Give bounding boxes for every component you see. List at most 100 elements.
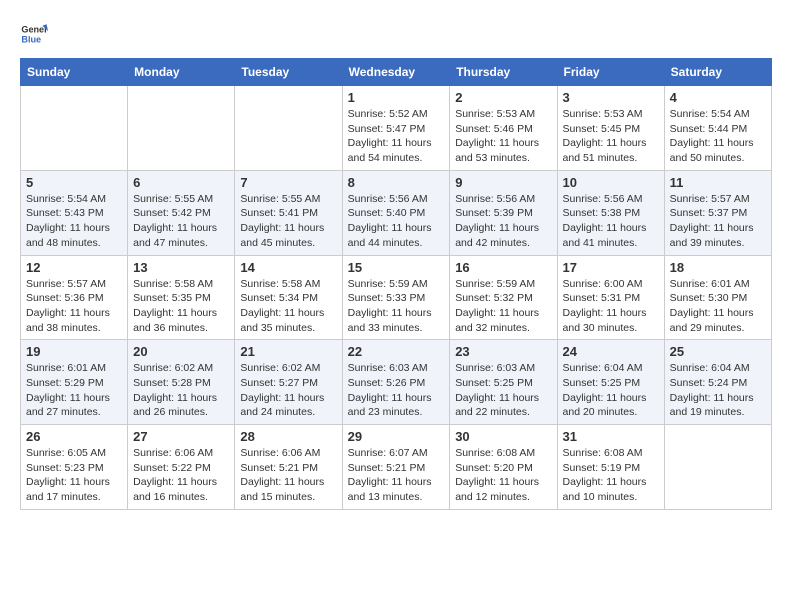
calendar-week-row: 12 Sunrise: 5:57 AM Sunset: 5:36 PM Dayli… xyxy=(21,255,772,340)
calendar-cell: 21 Sunrise: 6:02 AM Sunset: 5:27 PM Dayli… xyxy=(235,340,342,425)
day-info: Sunrise: 6:01 AM Sunset: 5:30 PM Dayligh… xyxy=(670,277,766,336)
day-number: 10 xyxy=(563,175,659,190)
calendar-cell: 8 Sunrise: 5:56 AM Sunset: 5:40 PM Daylig… xyxy=(342,170,450,255)
day-number: 28 xyxy=(240,429,336,444)
day-info: Sunrise: 6:05 AM Sunset: 5:23 PM Dayligh… xyxy=(26,446,122,505)
calendar-cell: 14 Sunrise: 5:58 AM Sunset: 5:34 PM Dayli… xyxy=(235,255,342,340)
day-number: 16 xyxy=(455,260,551,275)
calendar-cell xyxy=(235,86,342,171)
day-info: Sunrise: 5:54 AM Sunset: 5:43 PM Dayligh… xyxy=(26,192,122,251)
day-info: Sunrise: 5:59 AM Sunset: 5:33 PM Dayligh… xyxy=(348,277,445,336)
calendar-cell: 7 Sunrise: 5:55 AM Sunset: 5:41 PM Daylig… xyxy=(235,170,342,255)
day-info: Sunrise: 5:53 AM Sunset: 5:45 PM Dayligh… xyxy=(563,107,659,166)
day-info: Sunrise: 6:03 AM Sunset: 5:26 PM Dayligh… xyxy=(348,361,445,420)
calendar-week-row: 5 Sunrise: 5:54 AM Sunset: 5:43 PM Daylig… xyxy=(21,170,772,255)
day-info: Sunrise: 6:07 AM Sunset: 5:21 PM Dayligh… xyxy=(348,446,445,505)
day-info: Sunrise: 5:56 AM Sunset: 5:40 PM Dayligh… xyxy=(348,192,445,251)
weekday-header: Friday xyxy=(557,59,664,86)
calendar-cell: 17 Sunrise: 6:00 AM Sunset: 5:31 PM Dayli… xyxy=(557,255,664,340)
day-number: 9 xyxy=(455,175,551,190)
day-number: 22 xyxy=(348,344,445,359)
page-header: General Blue xyxy=(20,20,772,48)
day-number: 24 xyxy=(563,344,659,359)
calendar-cell: 27 Sunrise: 6:06 AM Sunset: 5:22 PM Dayli… xyxy=(128,425,235,510)
day-number: 11 xyxy=(670,175,766,190)
day-number: 29 xyxy=(348,429,445,444)
calendar-cell: 6 Sunrise: 5:55 AM Sunset: 5:42 PM Daylig… xyxy=(128,170,235,255)
calendar-cell: 29 Sunrise: 6:07 AM Sunset: 5:21 PM Dayli… xyxy=(342,425,450,510)
day-info: Sunrise: 5:53 AM Sunset: 5:46 PM Dayligh… xyxy=(455,107,551,166)
calendar-cell: 31 Sunrise: 6:08 AM Sunset: 5:19 PM Dayli… xyxy=(557,425,664,510)
calendar-cell: 10 Sunrise: 5:56 AM Sunset: 5:38 PM Dayli… xyxy=(557,170,664,255)
day-number: 26 xyxy=(26,429,122,444)
day-info: Sunrise: 5:56 AM Sunset: 5:38 PM Dayligh… xyxy=(563,192,659,251)
day-number: 8 xyxy=(348,175,445,190)
day-info: Sunrise: 5:58 AM Sunset: 5:34 PM Dayligh… xyxy=(240,277,336,336)
day-info: Sunrise: 6:08 AM Sunset: 5:19 PM Dayligh… xyxy=(563,446,659,505)
calendar-cell xyxy=(128,86,235,171)
calendar-cell: 28 Sunrise: 6:06 AM Sunset: 5:21 PM Dayli… xyxy=(235,425,342,510)
day-info: Sunrise: 5:52 AM Sunset: 5:47 PM Dayligh… xyxy=(348,107,445,166)
weekday-header: Wednesday xyxy=(342,59,450,86)
day-info: Sunrise: 6:02 AM Sunset: 5:28 PM Dayligh… xyxy=(133,361,229,420)
day-number: 14 xyxy=(240,260,336,275)
day-info: Sunrise: 5:59 AM Sunset: 5:32 PM Dayligh… xyxy=(455,277,551,336)
day-info: Sunrise: 6:04 AM Sunset: 5:24 PM Dayligh… xyxy=(670,361,766,420)
day-number: 5 xyxy=(26,175,122,190)
calendar-cell: 4 Sunrise: 5:54 AM Sunset: 5:44 PM Daylig… xyxy=(664,86,771,171)
day-number: 20 xyxy=(133,344,229,359)
day-info: Sunrise: 5:57 AM Sunset: 5:37 PM Dayligh… xyxy=(670,192,766,251)
calendar-cell: 3 Sunrise: 5:53 AM Sunset: 5:45 PM Daylig… xyxy=(557,86,664,171)
weekday-header: Tuesday xyxy=(235,59,342,86)
weekday-header: Thursday xyxy=(450,59,557,86)
day-number: 13 xyxy=(133,260,229,275)
day-number: 25 xyxy=(670,344,766,359)
day-info: Sunrise: 6:06 AM Sunset: 5:21 PM Dayligh… xyxy=(240,446,336,505)
weekday-header: Saturday xyxy=(664,59,771,86)
day-number: 3 xyxy=(563,90,659,105)
day-info: Sunrise: 6:00 AM Sunset: 5:31 PM Dayligh… xyxy=(563,277,659,336)
svg-text:Blue: Blue xyxy=(21,34,41,44)
day-number: 6 xyxy=(133,175,229,190)
day-number: 23 xyxy=(455,344,551,359)
calendar-week-row: 26 Sunrise: 6:05 AM Sunset: 5:23 PM Dayli… xyxy=(21,425,772,510)
day-number: 18 xyxy=(670,260,766,275)
day-info: Sunrise: 6:03 AM Sunset: 5:25 PM Dayligh… xyxy=(455,361,551,420)
day-info: Sunrise: 6:04 AM Sunset: 5:25 PM Dayligh… xyxy=(563,361,659,420)
day-info: Sunrise: 6:01 AM Sunset: 5:29 PM Dayligh… xyxy=(26,361,122,420)
day-info: Sunrise: 6:08 AM Sunset: 5:20 PM Dayligh… xyxy=(455,446,551,505)
calendar-cell: 1Sunrise: 5:52 AM Sunset: 5:47 PM Daylig… xyxy=(342,86,450,171)
calendar-cell xyxy=(664,425,771,510)
calendar-table: SundayMondayTuesdayWednesdayThursdayFrid… xyxy=(20,58,772,510)
day-number: 15 xyxy=(348,260,445,275)
logo-icon: General Blue xyxy=(20,20,48,48)
calendar-cell: 23 Sunrise: 6:03 AM Sunset: 5:25 PM Dayli… xyxy=(450,340,557,425)
calendar-cell: 9Sunrise: 5:56 AM Sunset: 5:39 PM Daylig… xyxy=(450,170,557,255)
weekday-header-row: SundayMondayTuesdayWednesdayThursdayFrid… xyxy=(21,59,772,86)
day-number: 31 xyxy=(563,429,659,444)
day-number: 7 xyxy=(240,175,336,190)
day-info: Sunrise: 6:06 AM Sunset: 5:22 PM Dayligh… xyxy=(133,446,229,505)
day-number: 4 xyxy=(670,90,766,105)
calendar-cell: 16 Sunrise: 5:59 AM Sunset: 5:32 PM Dayli… xyxy=(450,255,557,340)
calendar-cell: 13Sunrise: 5:58 AM Sunset: 5:35 PM Dayli… xyxy=(128,255,235,340)
day-info: Sunrise: 5:54 AM Sunset: 5:44 PM Dayligh… xyxy=(670,107,766,166)
calendar-cell: 5 Sunrise: 5:54 AM Sunset: 5:43 PM Daylig… xyxy=(21,170,128,255)
calendar-cell: 12 Sunrise: 5:57 AM Sunset: 5:36 PM Dayli… xyxy=(21,255,128,340)
calendar-cell: 30Sunrise: 6:08 AM Sunset: 5:20 PM Dayli… xyxy=(450,425,557,510)
calendar-cell: 11 Sunrise: 5:57 AM Sunset: 5:37 PM Dayli… xyxy=(664,170,771,255)
day-info: Sunrise: 5:55 AM Sunset: 5:42 PM Dayligh… xyxy=(133,192,229,251)
day-info: Sunrise: 6:02 AM Sunset: 5:27 PM Dayligh… xyxy=(240,361,336,420)
day-info: Sunrise: 5:57 AM Sunset: 5:36 PM Dayligh… xyxy=(26,277,122,336)
calendar-week-row: 1Sunrise: 5:52 AM Sunset: 5:47 PM Daylig… xyxy=(21,86,772,171)
calendar-cell: 25 Sunrise: 6:04 AM Sunset: 5:24 PM Dayli… xyxy=(664,340,771,425)
day-number: 17 xyxy=(563,260,659,275)
calendar-cell: 2Sunrise: 5:53 AM Sunset: 5:46 PM Daylig… xyxy=(450,86,557,171)
calendar-cell: 20 Sunrise: 6:02 AM Sunset: 5:28 PM Dayli… xyxy=(128,340,235,425)
day-number: 12 xyxy=(26,260,122,275)
day-info: Sunrise: 5:55 AM Sunset: 5:41 PM Dayligh… xyxy=(240,192,336,251)
calendar-cell: 18 Sunrise: 6:01 AM Sunset: 5:30 PM Dayli… xyxy=(664,255,771,340)
day-number: 21 xyxy=(240,344,336,359)
day-number: 27 xyxy=(133,429,229,444)
logo: General Blue xyxy=(20,20,52,48)
